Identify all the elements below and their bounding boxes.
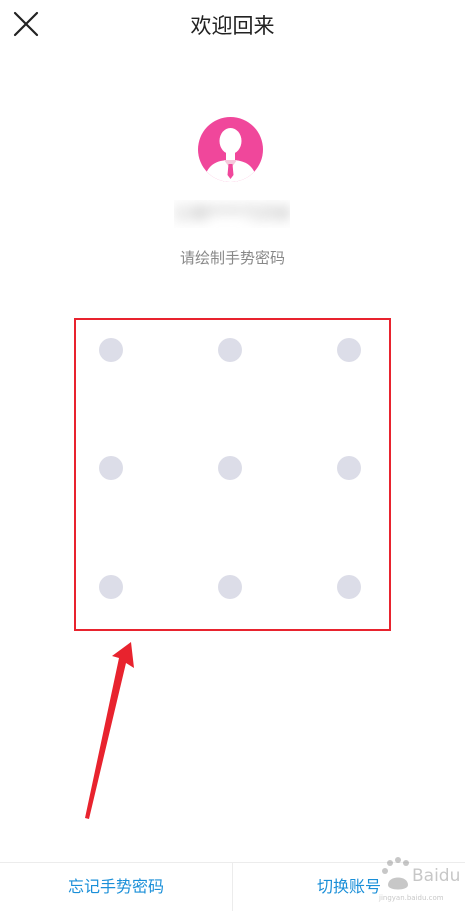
bottom-bar: 忘记手势密码 切换账号 [0,862,465,911]
forgot-gesture-button[interactable]: 忘记手势密码 [0,863,232,911]
pattern-dot-7[interactable] [99,575,123,599]
username-text: 138****7258 [174,203,290,224]
pattern-dot-6[interactable] [337,456,361,480]
pattern-dot-9[interactable] [337,575,361,599]
pattern-dot-3[interactable] [337,338,361,362]
avatar [198,117,263,182]
pattern-dot-1[interactable] [99,338,123,362]
page-title: 欢迎回来 [190,14,275,38]
pattern-dot-4[interactable] [99,456,123,480]
pattern-dot-8[interactable] [218,575,242,599]
gesture-pattern-grid[interactable] [74,318,391,631]
pattern-dot-5[interactable] [218,456,242,480]
user-avatar-icon [198,117,263,182]
username: 138****7258 [174,200,290,228]
pattern-dot-2[interactable] [218,338,242,362]
switch-account-button[interactable]: 切换账号 [233,863,465,911]
gesture-hint: 请绘制手势密码 [179,249,285,267]
